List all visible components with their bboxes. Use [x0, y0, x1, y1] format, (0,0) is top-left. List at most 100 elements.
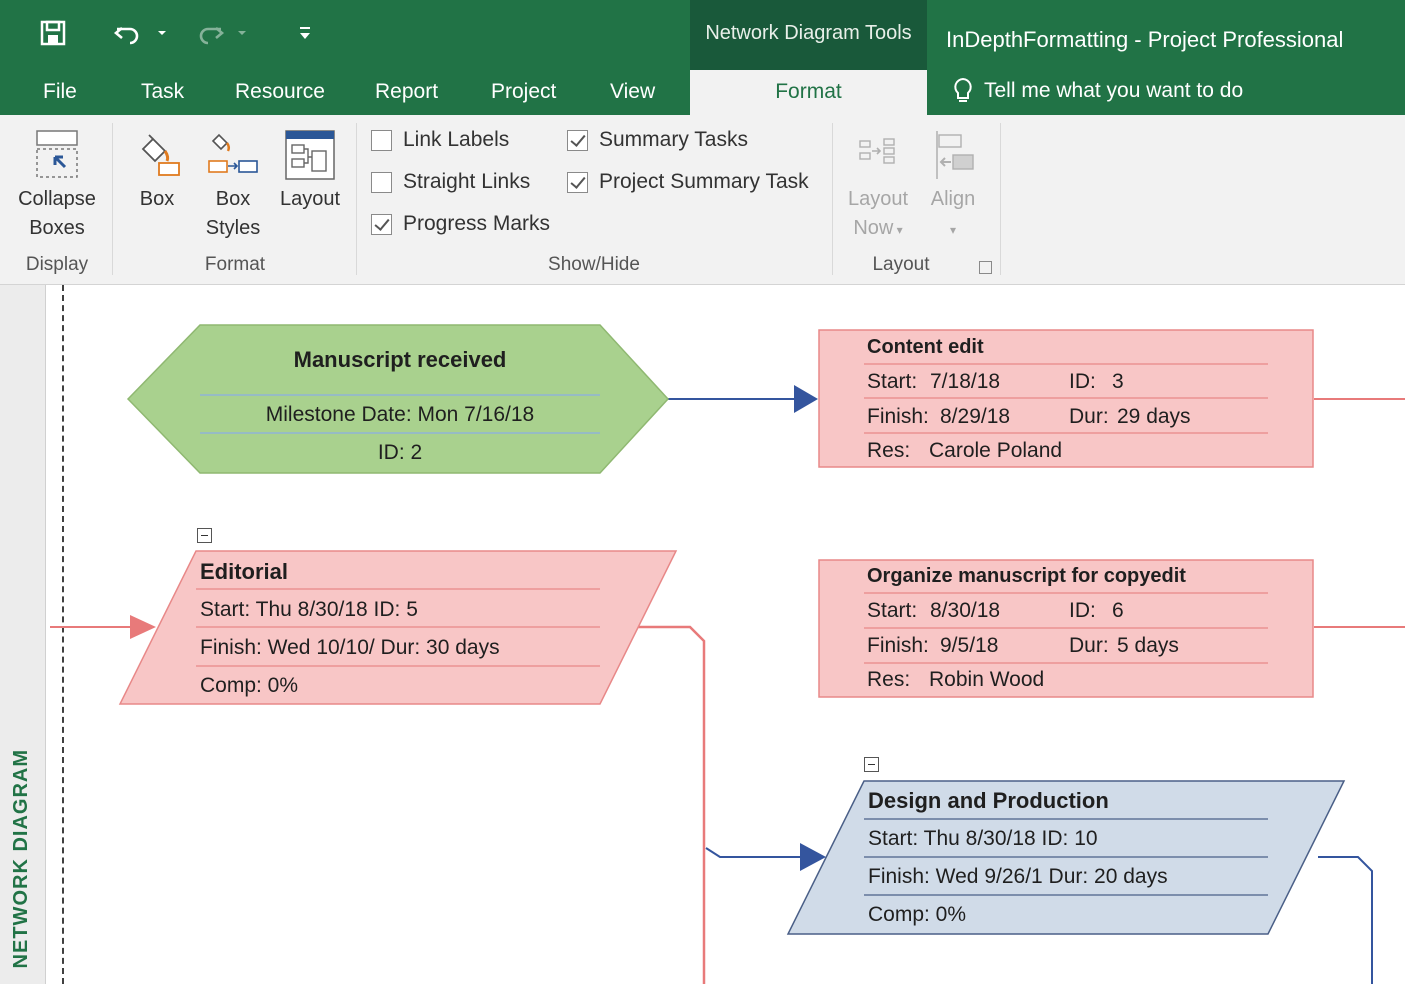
straight-links-checkbox-box: [371, 171, 392, 193]
redo-icon[interactable]: [194, 12, 250, 54]
chevron-down-icon: ▾: [893, 223, 903, 237]
summary-tasks-label: Summary Tasks: [599, 128, 748, 151]
diagram-shapes: [50, 324, 1405, 984]
res-label: Res:: [867, 439, 911, 462]
link-to-design: [705, 847, 808, 858]
start-label: Start:: [867, 599, 918, 622]
link-labels-label: Link Labels: [403, 128, 510, 151]
dur-value: 29 days: [1117, 405, 1191, 428]
collapse-toggle-icon[interactable]: [197, 528, 212, 543]
dur-label: Dur:: [1069, 405, 1109, 428]
straight-links-label: Straight Links: [403, 170, 531, 193]
undo-icon[interactable]: [112, 12, 168, 54]
group-separator: [832, 123, 833, 275]
tab-file[interactable]: File: [43, 66, 77, 115]
tab-report[interactable]: Report: [375, 66, 438, 115]
comp-line: Comp: 0%: [868, 903, 967, 926]
finish-label: Finish:: [867, 634, 929, 657]
layout-button[interactable]: Layout: [274, 127, 346, 214]
dialog-launcher-icon[interactable]: [979, 261, 992, 274]
box-button[interactable]: Box: [124, 127, 190, 214]
tab-project[interactable]: Project: [491, 66, 556, 115]
box-styles-label-2: Styles: [205, 217, 261, 239]
tab-view[interactable]: View: [610, 66, 655, 115]
window-title: InDepthFormatting - Project Professional: [946, 27, 1344, 52]
customize-qat-icon[interactable]: [292, 12, 318, 54]
project-summary-task-checkbox-box: [567, 171, 588, 193]
title-bar: Network Diagram Tools InDepthFormatting …: [0, 0, 1405, 66]
box-label: Box: [139, 188, 175, 210]
group-separator: [112, 123, 113, 275]
dur-label: Dur:: [1069, 634, 1109, 657]
box-styles-label-1: Box: [215, 188, 251, 210]
group-label-display: Display: [25, 254, 89, 275]
finish-value: 9/5/18: [940, 634, 999, 657]
group-label-layout: Layout: [872, 254, 930, 275]
node-title: Organize manuscript for copyedit: [867, 565, 1186, 587]
start-value: 7/18/18: [930, 370, 1001, 393]
group-label-format: Format: [204, 254, 266, 275]
tell-me-search[interactable]: Tell me what you want to do: [952, 66, 1243, 115]
finish-line: Finish: Wed 9/26/1 Dur: 20 days: [868, 865, 1168, 888]
align-label: Align: [930, 188, 976, 210]
project-summary-task-label: Project Summary Task: [599, 170, 809, 193]
id-label: ID:: [1069, 599, 1096, 622]
straight-links-checkbox[interactable]: Straight Links: [371, 170, 530, 194]
collapse-toggle-icon[interactable]: [864, 757, 879, 772]
group-separator: [1000, 123, 1001, 275]
res-label: Res:: [867, 668, 911, 691]
res-value: Robin Wood: [929, 668, 1045, 691]
ribbon: Collapse Boxes Display Box Box Styles La…: [0, 115, 1405, 285]
link-labels-checkbox[interactable]: Link Labels: [371, 128, 509, 152]
node-id: ID: 2: [377, 441, 423, 464]
layout-now-button[interactable]: Layout Now ▾: [842, 127, 914, 245]
align-icon: [936, 131, 974, 179]
ribbon-tabs: File Task Resource Report Project View F…: [0, 66, 1405, 115]
paint-bucket-box-icon: [141, 134, 180, 176]
progress-marks-checkbox-box: [371, 213, 392, 235]
id-label: ID:: [1069, 370, 1096, 393]
align-button[interactable]: Align ▾: [920, 127, 986, 245]
tell-me-placeholder: Tell me what you want to do: [984, 78, 1244, 102]
link-arrowhead: [794, 385, 818, 413]
node-title: Editorial: [200, 559, 289, 584]
project-summary-task-checkbox[interactable]: Project Summary Task: [567, 170, 809, 194]
layout-now-label-2: Now: [853, 217, 894, 239]
collapse-boxes-label-1: Collapse: [18, 188, 96, 210]
group-label-show-hide: Show/Hide: [548, 254, 640, 275]
id-value: 6: [1112, 599, 1124, 622]
tab-format[interactable]: Format: [690, 70, 927, 115]
start-line: Start: Thu 8/30/18 ID: 5: [200, 598, 418, 621]
finish-line: Finish: Wed 10/10/ Dur: 30 days: [200, 636, 500, 659]
network-diagram-canvas[interactable]: NETWORK DIAGRAM Manuscript received Mile…: [0, 285, 1405, 984]
chevron-down-icon: ▾: [949, 223, 957, 237]
layout-now-label-1: Layout: [847, 188, 909, 210]
tab-resource[interactable]: Resource: [235, 66, 325, 115]
context-tab-label: Network Diagram Tools: [690, 0, 927, 66]
layout-dialog-icon: [285, 130, 335, 180]
link-labels-checkbox-box: [371, 129, 392, 151]
lightbulb-icon: [954, 77, 972, 102]
start-value: 8/30/18: [930, 599, 1001, 622]
collapse-boxes-button[interactable]: Collapse Boxes: [12, 127, 102, 243]
save-icon[interactable]: [36, 12, 70, 54]
node-title: Manuscript received: [293, 347, 507, 372]
finish-label: Finish:: [867, 405, 929, 428]
summary-tasks-checkbox-box: [567, 129, 588, 151]
progress-marks-checkbox[interactable]: Progress Marks: [371, 212, 550, 236]
box-styles-button[interactable]: Box Styles: [198, 127, 268, 243]
group-separator: [356, 123, 357, 275]
link-arrowhead: [130, 615, 156, 639]
collapse-boxes-icon: [36, 130, 78, 178]
id-value: 3: [1112, 370, 1124, 393]
node-title: Design and Production: [868, 788, 1109, 813]
summary-tasks-checkbox[interactable]: Summary Tasks: [567, 128, 748, 152]
res-value: Carole Poland: [929, 439, 1063, 462]
layout-label: Layout: [279, 188, 341, 210]
dur-value: 5 days: [1117, 634, 1179, 657]
node-title: Content edit: [867, 336, 984, 358]
comp-line: Comp: 0%: [200, 674, 299, 697]
start-line: Start: Thu 8/30/18 ID: 10: [868, 827, 1098, 850]
tab-task[interactable]: Task: [141, 66, 184, 115]
box-styles-icon: [208, 133, 258, 173]
